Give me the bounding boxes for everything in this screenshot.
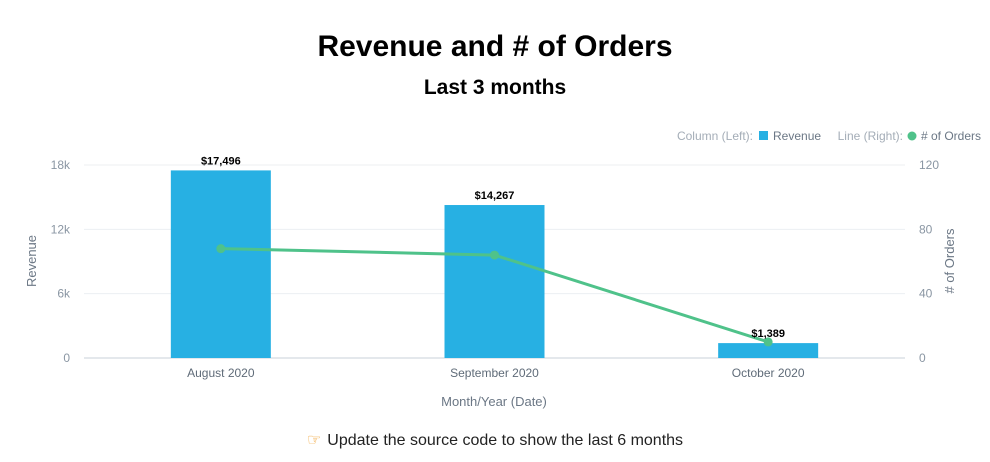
y-axis-title-left: Revenue — [24, 235, 39, 287]
footer-text: Update the source code to show the last … — [327, 432, 684, 449]
x-tick-label: August 2020 — [187, 366, 255, 380]
legend-orders-label[interactable]: # of Orders — [921, 129, 981, 143]
legend-revenue-swatch[interactable] — [759, 131, 768, 140]
y-tick-label-left: 0 — [63, 351, 70, 365]
revenue-bar[interactable] — [444, 205, 545, 358]
legend-orders-swatch[interactable] — [907, 131, 917, 141]
legend-revenue-label[interactable]: Revenue — [773, 129, 821, 143]
chart-canvas: 0 6k 12k 18k 0 40 80 120 August 2020 September … — [24, 129, 981, 409]
legend-bar-heading: Column (Left): — [677, 129, 753, 143]
revenue-bar[interactable] — [170, 170, 271, 358]
y-tick-label-left: 18k — [51, 158, 71, 172]
revenue-data-label: $1,389 — [751, 328, 785, 340]
pointing-hand-icon: ☞ — [306, 432, 322, 449]
legend: Column (Left): Revenue Line (Right): # o… — [677, 129, 981, 143]
orders-point[interactable] — [216, 244, 226, 254]
footer-note: ☞ Update the source code to show the last… — [0, 430, 990, 450]
y-tick-label-left: 6k — [57, 287, 71, 301]
y-tick-label-left: 12k — [51, 222, 71, 236]
x-tick-label: October 2020 — [732, 366, 805, 380]
orders-point[interactable] — [490, 250, 499, 260]
y-tick-label-right: 40 — [919, 287, 933, 301]
legend-line-heading: Line (Right): — [838, 129, 903, 143]
y-tick-label-right: 120 — [919, 158, 939, 172]
y-tick-label-right: 80 — [919, 222, 933, 236]
revenue-data-label: $17,496 — [201, 155, 241, 167]
x-tick-label: September 2020 — [450, 366, 539, 380]
y-axis-title-right: # of Orders — [942, 228, 957, 294]
revenue-data-label: $14,267 — [475, 190, 515, 202]
y-tick-label-right: 0 — [919, 351, 926, 365]
x-axis-title: Month/Year (Date) — [441, 394, 547, 409]
